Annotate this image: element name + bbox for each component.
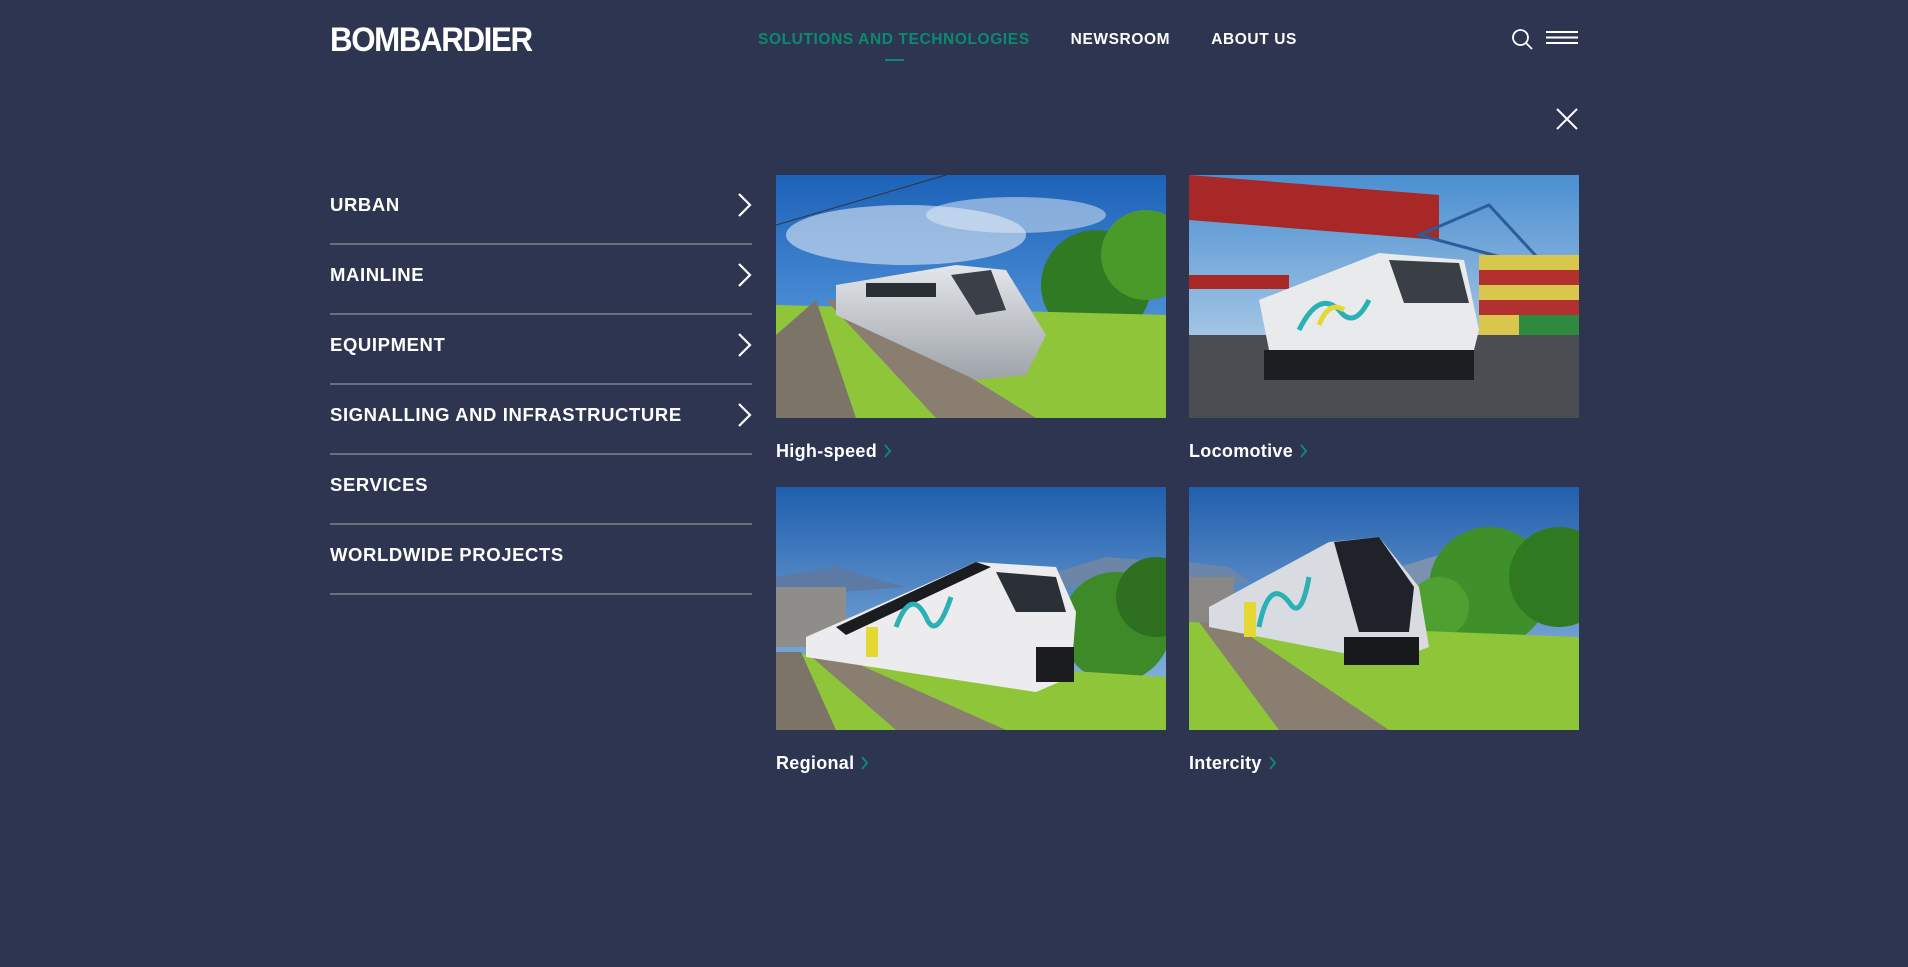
hamburger-menu-icon xyxy=(1546,31,1578,44)
nav-about-us[interactable]: ABOUT US xyxy=(1211,30,1297,50)
card-regional[interactable]: Regional xyxy=(776,487,1166,773)
chevron-right-icon xyxy=(884,444,892,458)
chevron-right-icon xyxy=(1268,756,1277,770)
top-navigation: SOLUTIONS AND TECHNOLOGIES NEWSROOM ABOU… xyxy=(758,30,1297,61)
menu-item-equipment[interactable]: EQUIPMENT xyxy=(330,315,752,385)
menu-item-label: SERVICES xyxy=(330,474,429,495)
card-high-speed[interactable]: High-speed xyxy=(776,175,1166,461)
chevron-right-icon xyxy=(738,333,752,357)
menu-item-services[interactable]: SERVICES xyxy=(330,455,752,525)
regional-train-image[interactable] xyxy=(776,487,1166,730)
chevron-right-icon xyxy=(1300,444,1308,458)
menu-item-label: MAINLINE xyxy=(330,264,425,285)
menu-item-label: EQUIPMENT xyxy=(330,334,446,355)
card-label: Intercity xyxy=(1189,753,1262,773)
menu-item-label: URBAN xyxy=(330,194,400,215)
nav-solutions-and-technologies[interactable]: SOLUTIONS AND TECHNOLOGIES xyxy=(758,30,1030,61)
chevron-right-icon xyxy=(738,403,752,427)
card-intercity[interactable]: Intercity xyxy=(1189,487,1579,773)
search-icon xyxy=(1512,29,1533,50)
menu-item-worldwide-projects[interactable]: WORLDWIDE PROJECTS xyxy=(330,525,752,595)
chevron-right-icon xyxy=(738,263,752,287)
card-caption[interactable]: High-speed xyxy=(776,441,1166,461)
card-caption[interactable]: Locomotive xyxy=(1189,441,1579,461)
menu-item-label: SIGNALLING AND INFRASTRUCTURE xyxy=(330,404,682,425)
card-locomotive[interactable]: Locomotive xyxy=(1189,175,1579,461)
menu-item-mainline[interactable]: MAINLINE xyxy=(330,245,752,315)
menu-item-urban[interactable]: URBAN xyxy=(330,175,752,245)
search-button[interactable] xyxy=(1511,28,1535,52)
chevron-right-icon xyxy=(861,756,869,770)
card-caption[interactable]: Intercity xyxy=(1189,753,1579,773)
card-label: Locomotive xyxy=(1189,441,1294,461)
chevron-right-icon xyxy=(738,193,752,217)
locomotive-image[interactable] xyxy=(1189,175,1579,418)
menu-item-label: WORLDWIDE PROJECTS xyxy=(330,544,564,565)
menu-item-signalling-and-infrastructure[interactable]: SIGNALLING AND INFRASTRUCTURE xyxy=(330,385,752,455)
close-menu-button[interactable] xyxy=(1554,106,1580,132)
card-label: High-speed xyxy=(776,441,878,461)
hamburger-menu-button[interactable] xyxy=(1545,30,1579,50)
close-icon xyxy=(1556,108,1578,130)
bombardier-logo[interactable]: BOMBARDIER xyxy=(330,20,533,60)
nav-newsroom[interactable]: NEWSROOM xyxy=(1071,30,1171,50)
high-speed-train-image[interactable] xyxy=(776,175,1166,418)
card-caption[interactable]: Regional xyxy=(776,753,1166,773)
intercity-train-image[interactable] xyxy=(1189,487,1579,730)
card-label: Regional xyxy=(776,753,855,773)
solutions-menu: URBAN MAINLINE EQUIPMENT SIGNALLING AND … xyxy=(330,175,752,595)
